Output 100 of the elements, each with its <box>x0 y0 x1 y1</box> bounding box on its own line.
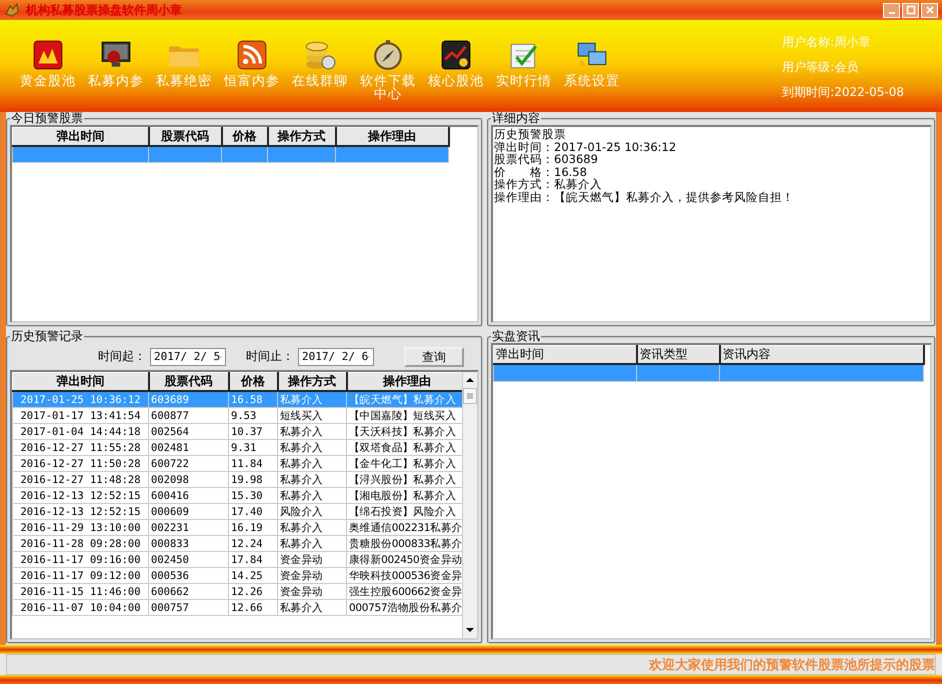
table-cell: 2016-11-07 10:04:00 <box>12 600 148 616</box>
column-header[interactable]: 弹出时间 <box>12 128 148 146</box>
table-cell: 私募介入 <box>278 440 346 456</box>
table-cell: 002098 <box>148 472 228 488</box>
table-row[interactable] <box>494 364 924 382</box>
user-info-text: 用户等级:会员 <box>782 58 860 76</box>
table-cell: 资金异动 <box>278 552 346 568</box>
table-cell: 15.30 <box>228 488 278 504</box>
column-header[interactable]: 股票代码 <box>148 128 222 146</box>
table-cell: 19.98 <box>228 472 278 488</box>
column-header[interactable]: 价格 <box>228 372 278 391</box>
table-cell: 002231 <box>148 520 228 536</box>
table-cell: 私募介入 <box>278 600 346 616</box>
column-header[interactable]: 弹出时间 <box>12 372 148 391</box>
table-cell: 002450 <box>148 552 228 568</box>
table-cell: 【皖天燃气】私募介入 <box>346 391 462 408</box>
table-cell: 600662 <box>148 584 228 600</box>
table-cell: 12.66 <box>228 600 278 616</box>
peak-badge-icon <box>31 38 65 72</box>
column-header[interactable]: 操作方式 <box>278 372 346 391</box>
minimize-icon <box>888 12 894 14</box>
detail-text: 操作方式：私募介入 <box>494 178 603 190</box>
table-cell: 603689 <box>148 391 228 408</box>
table-cell: 9.31 <box>228 440 278 456</box>
table-cell: 2016-11-17 09:12:00 <box>12 568 148 584</box>
table-cell: 10.37 <box>228 424 278 440</box>
query-button[interactable]: 查询 <box>404 346 464 366</box>
table-cell: 17.84 <box>228 552 278 568</box>
table-cell: 11.84 <box>228 456 278 472</box>
user-info-text: 到期时间:2022-05-08 <box>782 84 904 100</box>
table-cell: 12.24 <box>228 536 278 552</box>
app-icon <box>4 2 20 18</box>
table-cell: 17.40 <box>228 504 278 520</box>
detail-text: 价 格：16.58 <box>494 166 588 178</box>
table-cell: 2016-12-13 12:52:15 <box>12 504 148 520</box>
table-cell: 私募介入 <box>278 488 346 504</box>
minimize-button[interactable] <box>883 2 900 18</box>
window-title: 机构私募股票操盘软件周小章 <box>26 2 183 18</box>
field-label: 时间起： <box>98 348 146 365</box>
maximize-icon <box>906 5 916 15</box>
table-cell: 600722 <box>148 456 228 472</box>
panel-title: 实盘资讯 <box>491 330 541 343</box>
table-cell: 12.26 <box>228 584 278 600</box>
close-button[interactable] <box>921 2 938 18</box>
panel-title: 详细内容 <box>491 112 541 125</box>
table-cell: 资金异动 <box>278 568 346 584</box>
detail-text: 操作理由：【皖天燃气】私募介入，提供参考风险自担！ <box>494 190 795 203</box>
date-picker[interactable]: 2017/ 2/ 6 <box>298 348 374 366</box>
table-cell: 2017-01-25 10:36:12 <box>12 391 148 408</box>
table-cell: 2016-12-27 11:48:28 <box>12 472 148 488</box>
marquee-text: 欢迎大家使用我们的预警软件股票池所提示的股票 <box>649 656 935 674</box>
table-cell: 002481 <box>148 440 228 456</box>
table-cell: 私募介入 <box>278 424 346 440</box>
panel-title: 历史预警记录 <box>10 330 84 343</box>
scrollbar[interactable] <box>462 372 477 638</box>
table-cell: 2017-01-17 13:41:54 <box>12 408 148 424</box>
table-cell: 私募介入 <box>278 456 346 472</box>
compass-icon <box>371 38 405 72</box>
scroll-thumb[interactable] <box>463 388 477 404</box>
table-cell: 私募介入 <box>278 391 346 408</box>
table-cell: 风险介入 <box>278 504 346 520</box>
column-header[interactable]: 操作理由 <box>336 128 448 146</box>
table-cell: 2016-12-27 11:55:28 <box>12 440 148 456</box>
column-header[interactable]: 资讯类型 <box>636 346 720 364</box>
table-cell: 14.25 <box>228 568 278 584</box>
maximize-button[interactable] <box>902 2 919 18</box>
detail-text: 历史预警股票 <box>494 128 567 140</box>
table-cell: 000833 <box>148 536 228 552</box>
table-cell: 600416 <box>148 488 228 504</box>
rss-icon <box>235 38 269 72</box>
table-cell: 私募介入 <box>278 536 346 552</box>
panel-title: 今日预警股票 <box>10 112 84 125</box>
chart-icon <box>439 38 473 72</box>
date-picker[interactable]: 2017/ 2/ 5 <box>150 348 226 366</box>
column-header[interactable]: 股票代码 <box>148 372 228 391</box>
table-cell: 16.19 <box>228 520 278 536</box>
table-cell: 000757 <box>148 600 228 616</box>
table-cell: 短线买入 <box>278 408 346 424</box>
user-info-text: 用户名称:周小章 <box>782 34 872 50</box>
table-cell: 资金异动 <box>278 584 346 600</box>
table-cell: 002564 <box>148 424 228 440</box>
table-cell: 私募介入 <box>278 472 346 488</box>
column-header[interactable]: 操作方式 <box>268 128 336 146</box>
column-header[interactable]: 操作理由 <box>346 372 462 391</box>
table-cell: 2016-11-28 09:28:00 <box>12 536 148 552</box>
column-header[interactable]: 资讯内容 <box>720 346 924 364</box>
detail-text: 弹出时间：2017-01-25 10:36:12 <box>494 140 678 153</box>
table-cell: 2016-12-13 12:52:15 <box>12 488 148 504</box>
table-cell: 2016-11-29 13:10:00 <box>12 520 148 536</box>
close-icon <box>924 5 934 15</box>
column-header[interactable]: 弹出时间 <box>494 346 636 364</box>
table-cell: 16.58 <box>228 391 278 408</box>
column-header[interactable]: 价格 <box>222 128 268 146</box>
table-cell: 9.53 <box>228 408 278 424</box>
table-cell: 2017-01-04 14:44:18 <box>12 424 148 440</box>
table-cell: 000609 <box>148 504 228 520</box>
table-cell: 2016-11-17 09:16:00 <box>12 552 148 568</box>
table-row[interactable] <box>12 146 448 162</box>
table-cell: 000536 <box>148 568 228 584</box>
field-label: 时间止： <box>246 348 294 365</box>
